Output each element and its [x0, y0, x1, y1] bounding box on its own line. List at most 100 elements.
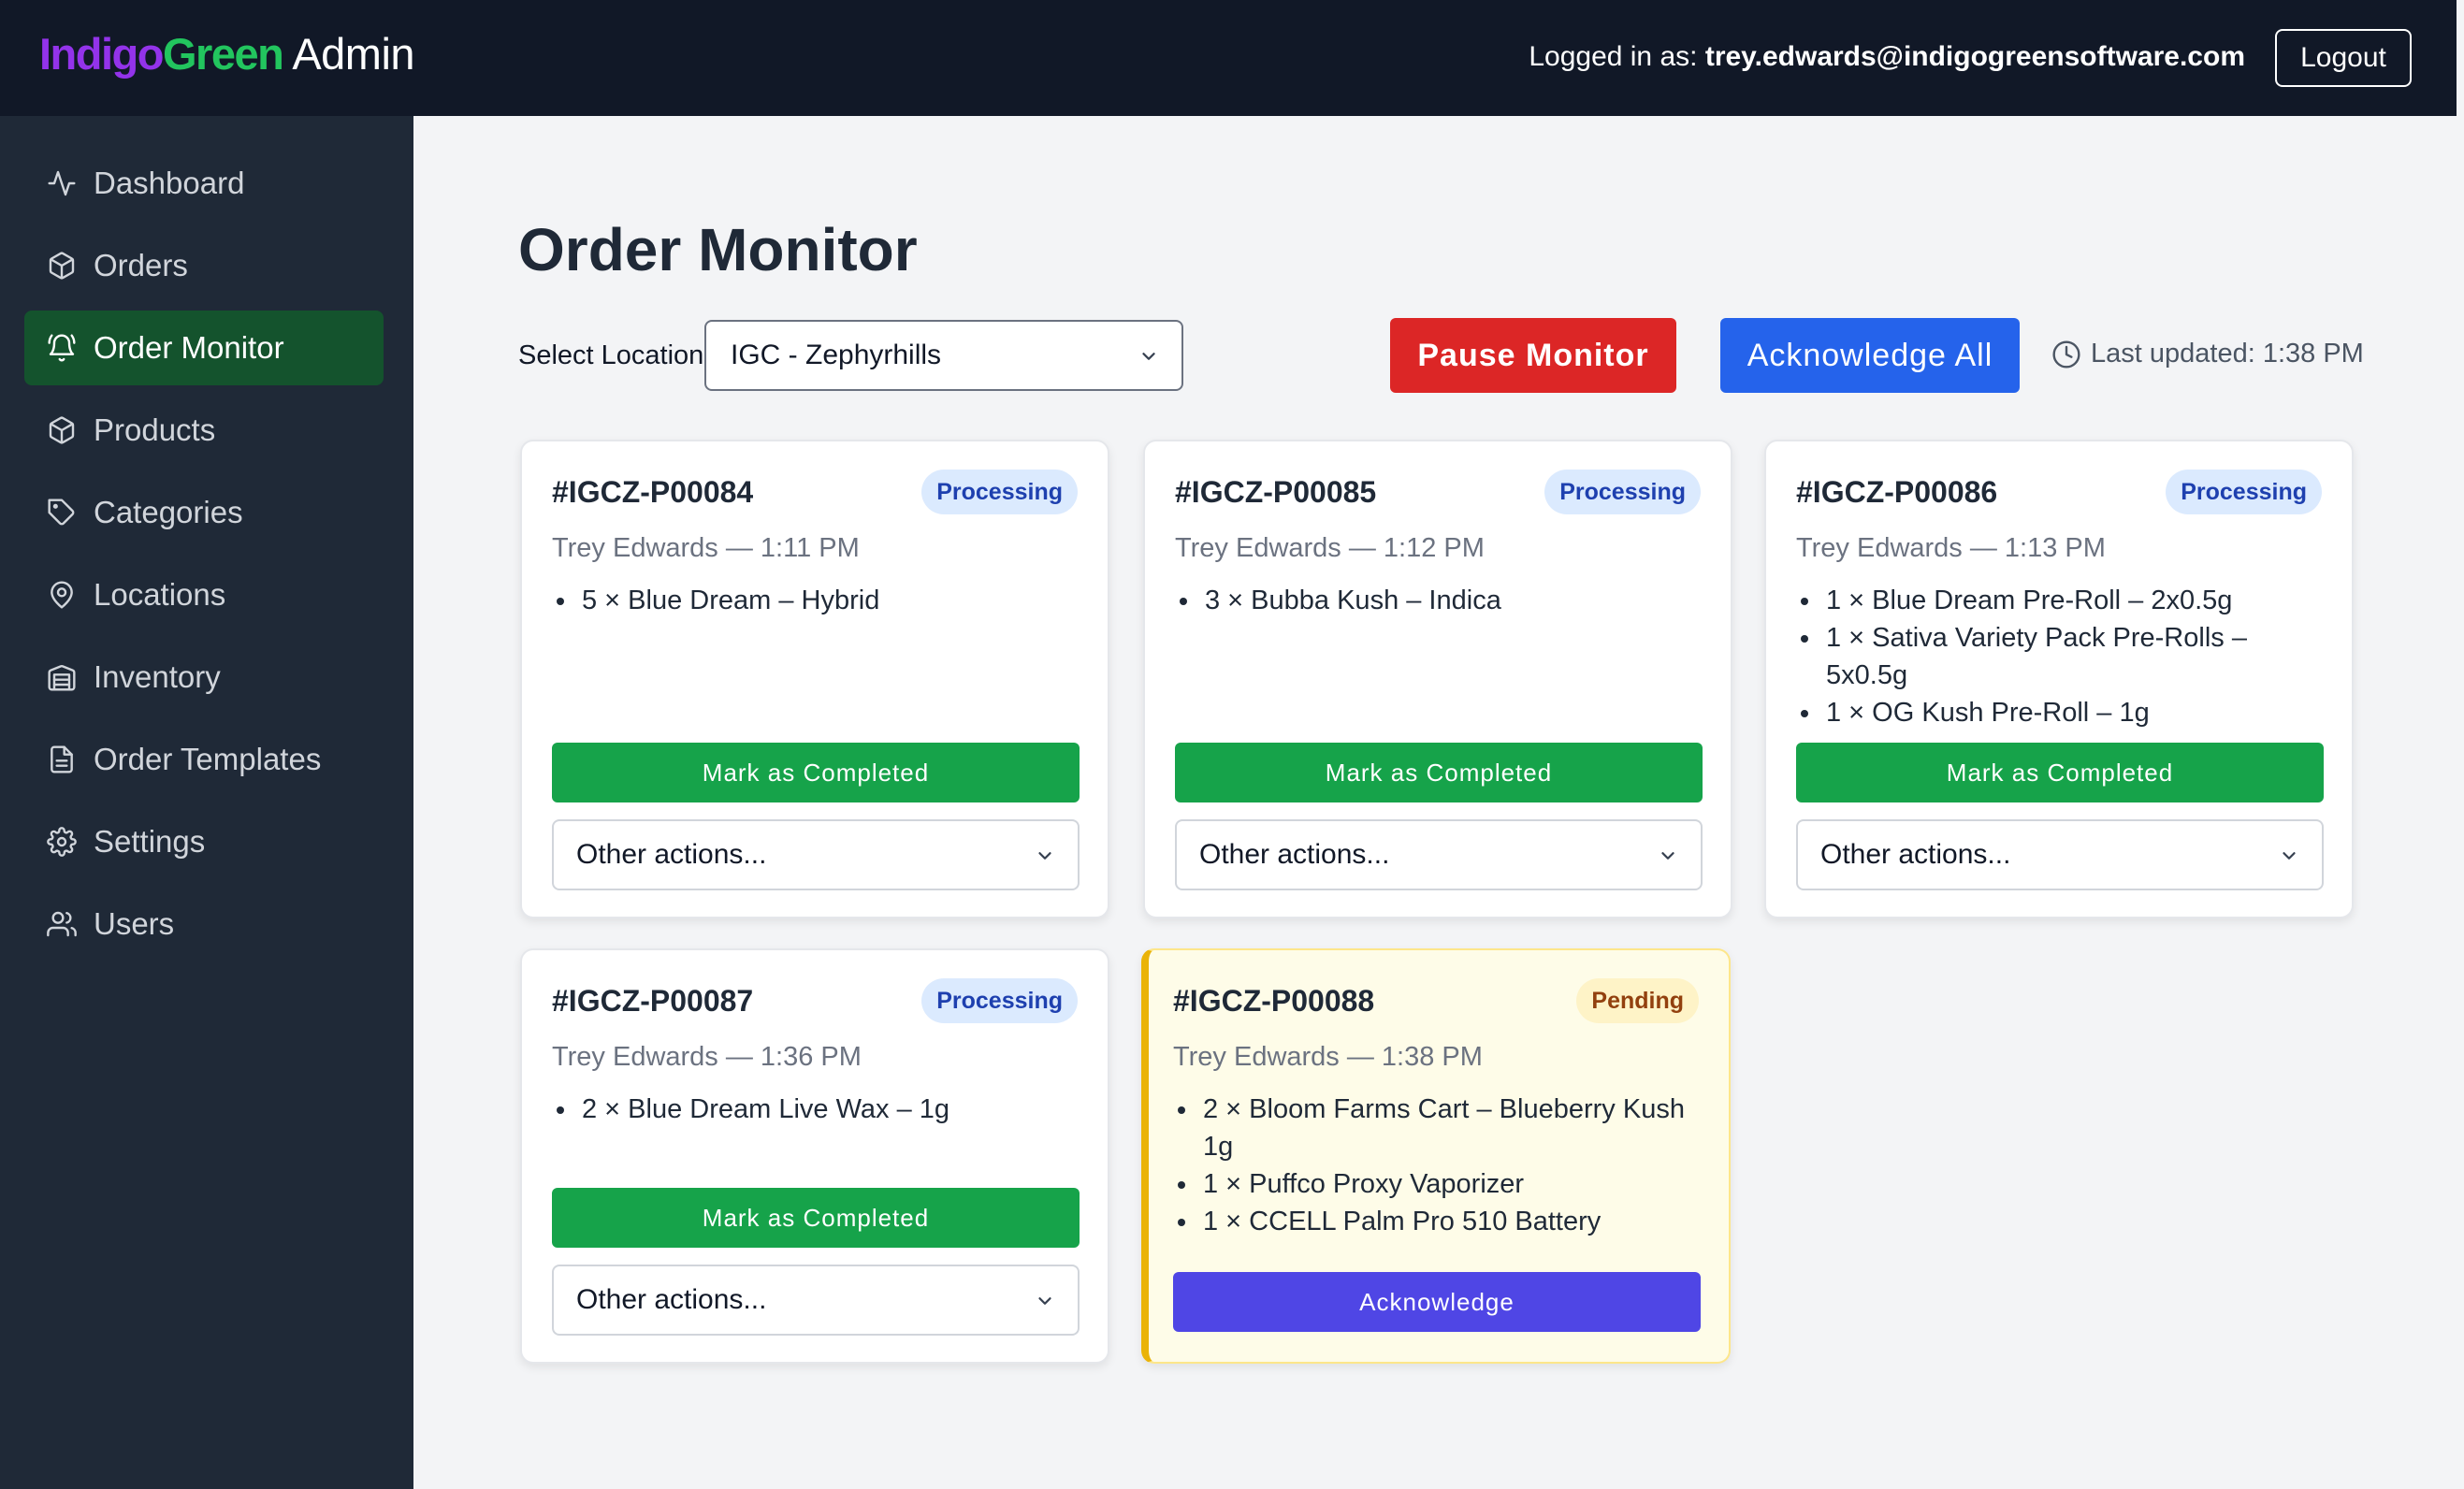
- order-item: 5 × Blue Dream – Hybrid: [578, 582, 1083, 619]
- acknowledge-button[interactable]: Acknowledge: [1173, 1272, 1701, 1332]
- order-card: #IGCZ-P00086 Processing Trey Edwards — 1…: [1764, 440, 2354, 918]
- logout-button[interactable]: Logout: [2275, 29, 2412, 87]
- sidebar: Dashboard Orders Order Monitor Products …: [0, 116, 413, 1489]
- sidebar-item-settings[interactable]: Settings: [24, 804, 384, 879]
- order-item: 2 × Bloom Farms Cart – Blueberry Kush 1g: [1199, 1091, 1686, 1165]
- sidebar-item-label: Settings: [94, 824, 206, 859]
- brand-indigo: Indigo: [39, 29, 164, 79]
- chevron-down-icon: [1661, 852, 1674, 860]
- order-card: #IGCZ-P00084 Processing Trey Edwards — 1…: [520, 440, 1109, 918]
- last-updated: Last updated: 1:38 PM: [2051, 339, 2364, 369]
- acknowledge-all-button[interactable]: Acknowledge All: [1720, 318, 2020, 393]
- order-customer-time: Trey Edwards — 1:38 PM: [1173, 1042, 1483, 1072]
- activity-icon: [48, 170, 76, 196]
- clock-icon: [2052, 340, 2080, 369]
- order-card-pending: #IGCZ-P00088 Pending Trey Edwards — 1:38…: [1141, 948, 1731, 1364]
- order-id: #IGCZ-P00085: [1175, 475, 1377, 509]
- user-email: trey.edwards@indigogreensoftware.com: [1704, 41, 2245, 72]
- chevron-down-icon: [1142, 353, 1155, 360]
- order-id: #IGCZ-P00086: [1796, 475, 1998, 509]
- sidebar-item-label: Users: [94, 906, 175, 941]
- brand-suffix: Admin: [292, 29, 415, 79]
- users-icon: [47, 911, 77, 937]
- sidebar-item-label: Dashboard: [94, 166, 245, 200]
- package-icon: [49, 416, 75, 444]
- sidebar-item-dashboard[interactable]: Dashboard: [24, 146, 384, 221]
- other-actions-select[interactable]: Other actions...: [1796, 819, 2324, 890]
- sidebar-item-label: Inventory: [94, 659, 221, 694]
- order-items: 2 × Blue Dream Live Wax – 1g: [578, 1091, 1083, 1128]
- order-item: 2 × Blue Dream Live Wax – 1g: [578, 1091, 1083, 1128]
- order-items: 3 × Bubba Kush – Indica: [1201, 582, 1706, 619]
- tag-icon: [48, 499, 75, 526]
- sidebar-item-order-templates[interactable]: Order Templates: [24, 722, 384, 797]
- location-select-value: IGC - Zephyrhills: [731, 340, 942, 370]
- chevron-down-icon: [1038, 1297, 1051, 1305]
- other-actions-select[interactable]: Other actions...: [552, 1265, 1080, 1336]
- sidebar-item-inventory[interactable]: Inventory: [24, 640, 384, 715]
- brand-green: Green: [162, 29, 284, 79]
- status-badge: Processing: [921, 470, 1078, 514]
- other-actions-value: Other actions...: [1199, 839, 1390, 870]
- other-actions-value: Other actions...: [1820, 839, 2011, 870]
- map-pin-icon: [51, 581, 73, 609]
- page-title: Order Monitor: [518, 216, 918, 283]
- chevron-down-icon: [2283, 852, 2296, 860]
- sidebar-item-order-monitor[interactable]: Order Monitor: [24, 311, 384, 385]
- order-item: 1 × OG Kush Pre-Roll – 1g: [1822, 694, 2327, 731]
- order-items: 5 × Blue Dream – Hybrid: [578, 582, 1083, 619]
- sidebar-item-categories[interactable]: Categories: [24, 475, 384, 550]
- order-item: 3 × Bubba Kush – Indica: [1201, 582, 1706, 619]
- order-card: #IGCZ-P00087 Processing Trey Edwards — 1…: [520, 948, 1109, 1364]
- sidebar-item-label: Products: [94, 412, 216, 447]
- status-badge: Processing: [921, 978, 1078, 1023]
- location-label: Select Location:: [518, 340, 712, 370]
- other-actions-value: Other actions...: [576, 839, 767, 870]
- sidebar-item-label: Order Monitor: [94, 330, 284, 365]
- package-icon: [49, 252, 75, 280]
- bell-icon: [48, 334, 76, 362]
- order-id: #IGCZ-P00084: [552, 475, 754, 509]
- pause-monitor-button[interactable]: Pause Monitor: [1390, 318, 1676, 393]
- mark-completed-button[interactable]: Mark as Completed: [1175, 743, 1703, 802]
- sidebar-item-products[interactable]: Products: [24, 393, 384, 468]
- top-bar: IndigoGreen Admin Logged in as: trey.edwa…: [0, 0, 2457, 116]
- login-prefix: Logged in as:: [1529, 41, 1698, 72]
- order-id: #IGCZ-P00087: [552, 984, 754, 1018]
- status-badge: Pending: [1576, 978, 1699, 1023]
- gear-icon: [47, 827, 77, 857]
- status-badge: Processing: [2166, 470, 2322, 514]
- sidebar-item-users[interactable]: Users: [24, 887, 384, 961]
- order-customer-time: Trey Edwards — 1:11 PM: [552, 533, 860, 563]
- order-id: #IGCZ-P00088: [1173, 984, 1375, 1018]
- order-item: 1 × Blue Dream Pre-Roll – 2x0.5g: [1822, 582, 2327, 619]
- order-customer-time: Trey Edwards — 1:12 PM: [1175, 533, 1485, 563]
- sidebar-item-label: Locations: [94, 577, 226, 612]
- order-items: 2 × Bloom Farms Cart – Blueberry Kush 1g…: [1199, 1091, 1686, 1240]
- mark-completed-button[interactable]: Mark as Completed: [1796, 743, 2324, 802]
- sidebar-item-label: Orders: [94, 248, 188, 282]
- order-customer-time: Trey Edwards — 1:13 PM: [1796, 533, 2106, 563]
- sidebar-item-locations[interactable]: Locations: [24, 557, 384, 632]
- mark-completed-button[interactable]: Mark as Completed: [552, 1188, 1080, 1248]
- last-updated-text: Last updated: 1:38 PM: [2091, 339, 2364, 369]
- sidebar-item-label: Order Templates: [94, 742, 322, 776]
- brand-logo[interactable]: IndigoGreen Admin: [39, 28, 415, 80]
- mark-completed-button[interactable]: Mark as Completed: [552, 743, 1080, 802]
- order-items: 1 × Blue Dream Pre-Roll – 2x0.5g 1 × Sat…: [1822, 582, 2327, 731]
- order-item: 1 × CCELL Palm Pro 510 Battery: [1199, 1203, 1686, 1240]
- order-item: 1 × Sativa Variety Pack Pre-Rolls – 5x0.…: [1822, 619, 2327, 694]
- archive-icon: [48, 665, 76, 691]
- sidebar-item-orders[interactable]: Orders: [24, 228, 384, 303]
- location-select[interactable]: IGC - Zephyrhills: [704, 320, 1183, 391]
- status-badge: Processing: [1544, 470, 1701, 514]
- sidebar-item-label: Categories: [94, 495, 243, 529]
- login-info: Logged in as: trey.edwards@indigogreenso…: [1529, 41, 2245, 73]
- file-text-icon: [51, 745, 73, 773]
- order-item: 1 × Puffco Proxy Vaporizer: [1199, 1165, 1686, 1203]
- other-actions-value: Other actions...: [576, 1284, 767, 1315]
- other-actions-select[interactable]: Other actions...: [1175, 819, 1703, 890]
- other-actions-select[interactable]: Other actions...: [552, 819, 1080, 890]
- order-customer-time: Trey Edwards — 1:36 PM: [552, 1042, 862, 1072]
- order-card: #IGCZ-P00085 Processing Trey Edwards — 1…: [1143, 440, 1732, 918]
